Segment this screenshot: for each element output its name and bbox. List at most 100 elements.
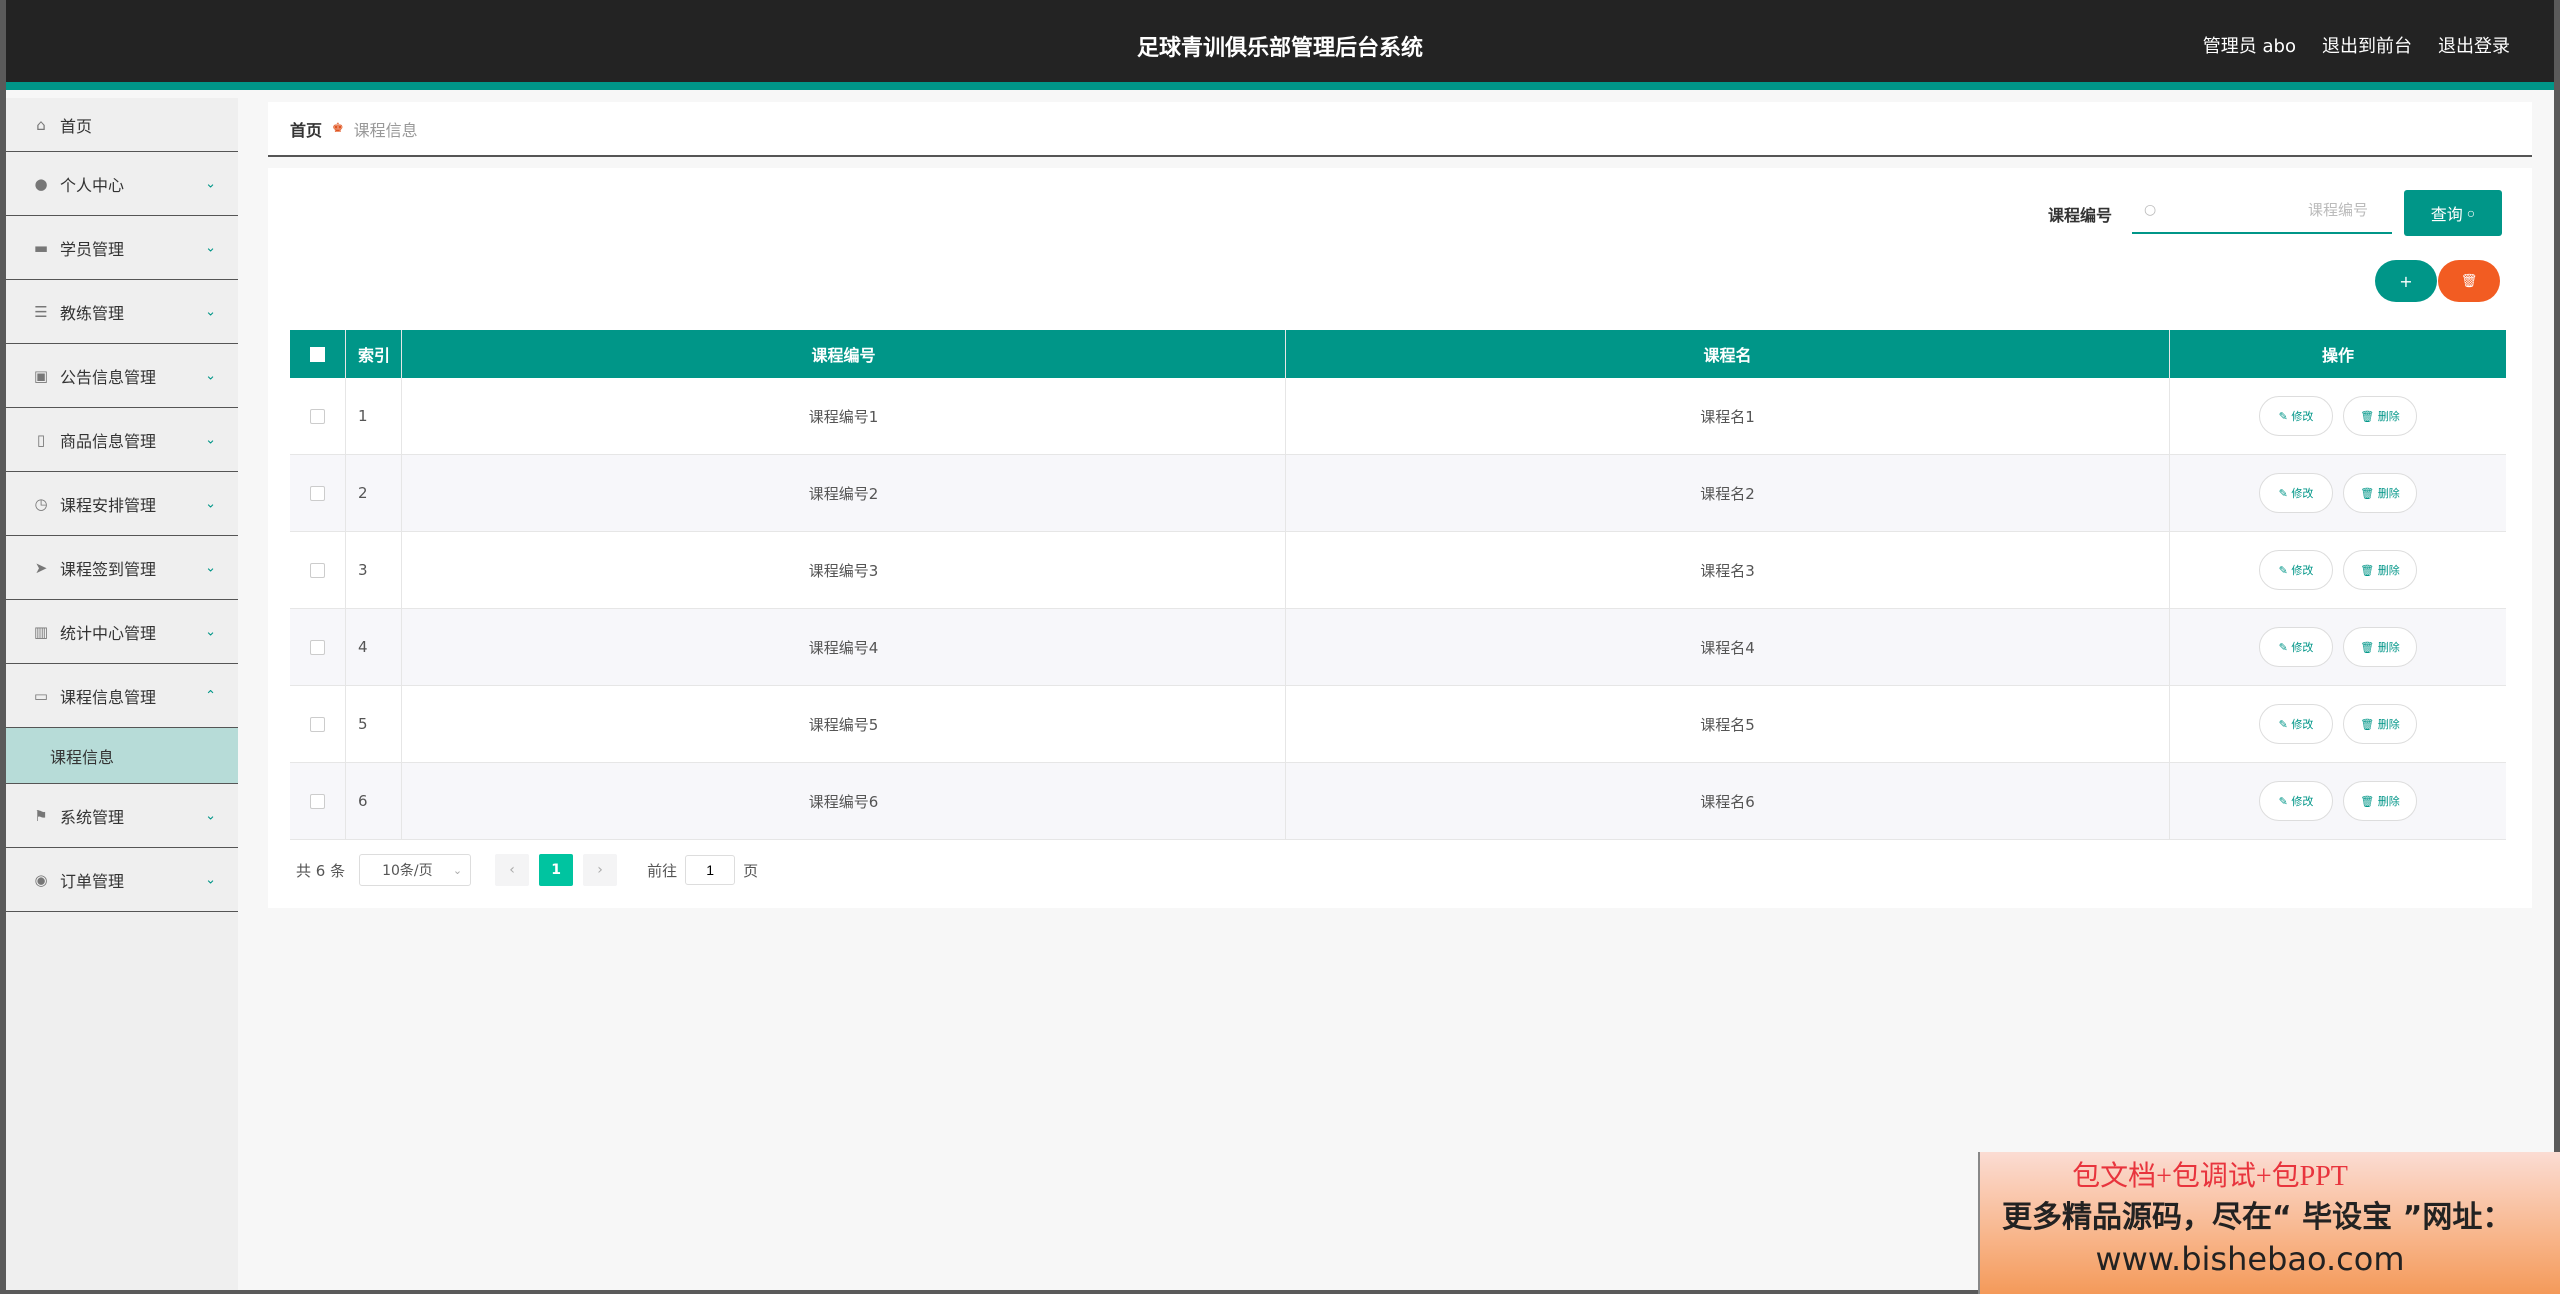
delete-label: 删除 bbox=[2377, 641, 2400, 654]
row-checkbox[interactable] bbox=[310, 793, 325, 809]
edit-button[interactable]: ✎ 修改 bbox=[2259, 704, 2333, 744]
edit-icon: ✎ bbox=[2278, 717, 2288, 731]
edit-label: 修改 bbox=[2291, 487, 2314, 500]
chevron-down-icon: ⌄ bbox=[205, 240, 216, 255]
delete-label: 删除 bbox=[2377, 718, 2400, 731]
row-actions: ✎ 修改 🗑 删除 bbox=[2170, 686, 2506, 762]
sidebar-item-label: 系统管理 bbox=[60, 807, 125, 827]
row-actions: ✎ 修改 🗑 删除 bbox=[2170, 378, 2506, 454]
delete-button[interactable]: 🗑 删除 bbox=[2343, 704, 2417, 744]
logout-link[interactable]: 退出登录 bbox=[2438, 32, 2510, 58]
delete-button[interactable]: 🗑 删除 bbox=[2343, 550, 2417, 590]
sidebar-item-checkin[interactable]: ➤ 课程签到管理 ⌄ bbox=[6, 536, 238, 600]
edit-button[interactable]: ✎ 修改 bbox=[2259, 473, 2333, 513]
table-row: 4 课程编号4 课程名4 ✎ 修改 🗑 删除 bbox=[290, 609, 2506, 686]
edit-button[interactable]: ✎ 修改 bbox=[2259, 396, 2333, 436]
row-name: 课程名4 bbox=[1286, 609, 2170, 685]
edit-button[interactable]: ✎ 修改 bbox=[2259, 627, 2333, 667]
row-name: 课程名5 bbox=[1286, 686, 2170, 762]
row-index: 1 bbox=[346, 378, 402, 454]
edit-button[interactable]: ✎ 修改 bbox=[2259, 781, 2333, 821]
table-row: 1 课程编号1 课程名1 ✎ 修改 🗑 删除 bbox=[290, 378, 2506, 455]
trash-icon: 🗑 bbox=[2360, 640, 2375, 654]
delete-label: 删除 bbox=[2377, 564, 2400, 577]
chevron-down-icon: ⌄ bbox=[205, 560, 216, 575]
row-code: 课程编号3 bbox=[402, 532, 1286, 608]
sidebar-item-coaches[interactable]: ☰ 教练管理 ⌄ bbox=[6, 280, 238, 344]
sidebar-item-profile[interactable]: ● 个人中心 ⌄ bbox=[6, 152, 238, 216]
goto-page-input[interactable] bbox=[685, 855, 736, 885]
promo-line-2: 更多精品源码，尽在“ 毕设宝 ”网址： bbox=[2002, 1200, 2513, 1235]
sidebar: ⌂ 首页 ● 个人中心 ⌄ ▬ 学员管理 ⌄ ☰ 教练管理 ⌄ ▣ 公告信息管理… bbox=[6, 98, 238, 1290]
sidebar-item-label: 课程签到管理 bbox=[60, 559, 157, 579]
chevron-right-icon: › bbox=[597, 862, 603, 878]
admin-label: 管理员 abo bbox=[2202, 36, 2296, 57]
edit-icon: ✎ bbox=[2278, 640, 2288, 654]
table-row: 3 课程编号3 课程名3 ✎ 修改 🗑 删除 bbox=[290, 532, 2506, 609]
sidebar-item-schedule[interactable]: ◷ 课程安排管理 ⌄ bbox=[6, 472, 238, 536]
sidebar-item-label: 统计中心管理 bbox=[60, 623, 157, 643]
back-to-front-link[interactable]: 退出到前台 bbox=[2322, 32, 2412, 58]
chevron-down-icon: ⌄ bbox=[205, 304, 216, 319]
select-all-checkbox[interactable] bbox=[310, 346, 325, 362]
search-icon: ○ bbox=[2466, 205, 2476, 221]
query-button[interactable]: 查询 ○ bbox=[2404, 190, 2502, 236]
row-checkbox[interactable] bbox=[310, 562, 325, 578]
edit-label: 修改 bbox=[2291, 641, 2314, 654]
row-index: 4 bbox=[346, 609, 402, 685]
sidebar-item-home[interactable]: ⌂ 首页 bbox=[6, 98, 238, 152]
clock-icon: ◷ bbox=[34, 494, 48, 513]
search-input[interactable] bbox=[2156, 201, 2392, 219]
promo-line-1: 包文档+包调试+包PPT bbox=[2072, 1161, 2348, 1192]
edit-button[interactable]: ✎ 修改 bbox=[2259, 550, 2333, 590]
sidebar-item-courses[interactable]: ▭ 课程信息管理 ⌃ bbox=[6, 664, 238, 728]
search-label: 课程编号 bbox=[2048, 206, 2113, 225]
row-actions: ✎ 修改 🗑 删除 bbox=[2170, 763, 2506, 839]
app-window: 足球青训俱乐部管理后台系统 管理员 abo 退出到前台 退出登录 ⌂ 首页 ● … bbox=[6, 0, 2554, 1290]
delete-button[interactable]: 🗑 删除 bbox=[2343, 781, 2417, 821]
chevron-down-icon: ⌄ bbox=[452, 863, 463, 877]
delete-button[interactable]: 🗑 删除 bbox=[2343, 627, 2417, 667]
search-icon: ○ bbox=[2144, 202, 2157, 218]
batch-delete-button[interactable]: 🗑 bbox=[2438, 260, 2500, 302]
prev-page-button[interactable]: ‹ bbox=[495, 854, 530, 886]
sidebar-item-students[interactable]: ▬ 学员管理 ⌄ bbox=[6, 216, 238, 280]
table-row: 6 课程编号6 课程名6 ✎ 修改 🗑 删除 bbox=[290, 763, 2506, 840]
search-box: ○ bbox=[2132, 188, 2392, 234]
table-row: 2 课程编号2 课程名2 ✎ 修改 🗑 删除 bbox=[290, 455, 2506, 532]
query-button-label: 查询 bbox=[2430, 207, 2463, 224]
sidebar-item-orders[interactable]: ◉ 订单管理 ⌄ bbox=[6, 848, 238, 912]
delete-button[interactable]: 🗑 删除 bbox=[2343, 396, 2417, 436]
sidebar-item-products[interactable]: ▯ 商品信息管理 ⌄ bbox=[6, 408, 238, 472]
sidebar-item-announcements[interactable]: ▣ 公告信息管理 ⌄ bbox=[6, 344, 238, 408]
row-code: 课程编号6 bbox=[402, 763, 1286, 839]
breadcrumb-home[interactable]: 首页 bbox=[290, 117, 322, 141]
row-checkbox[interactable] bbox=[310, 639, 325, 655]
row-checkbox[interactable] bbox=[310, 408, 325, 424]
page-number-current[interactable]: 1 bbox=[539, 854, 574, 886]
sidebar-item-label: 学员管理 bbox=[60, 239, 125, 259]
chevron-down-icon: ⌄ bbox=[205, 176, 216, 191]
page-size-value: 10条/页 bbox=[382, 863, 433, 879]
edit-icon: ✎ bbox=[2278, 563, 2288, 577]
trash-icon: 🗑 bbox=[2360, 409, 2375, 423]
chevron-down-icon: ⌄ bbox=[205, 872, 216, 887]
sidebar-item-statistics[interactable]: ▥ 统计中心管理 ⌄ bbox=[6, 600, 238, 664]
next-page-button[interactable]: › bbox=[583, 854, 618, 886]
chevron-down-icon: ⌄ bbox=[205, 624, 216, 639]
row-checkbox[interactable] bbox=[310, 485, 325, 501]
trash-icon: 🗑 bbox=[2360, 794, 2375, 808]
row-index: 5 bbox=[346, 686, 402, 762]
chevron-down-icon: ⌄ bbox=[205, 496, 216, 511]
row-index: 6 bbox=[346, 763, 402, 839]
delete-button[interactable]: 🗑 删除 bbox=[2343, 473, 2417, 513]
user-icon: ● bbox=[34, 174, 48, 193]
sidebar-item-system[interactable]: ⚑ 系统管理 ⌄ bbox=[6, 784, 238, 848]
row-checkbox[interactable] bbox=[310, 716, 325, 732]
sidebar-subitem-course-info[interactable]: 课程信息 bbox=[6, 728, 238, 784]
add-button[interactable]: + bbox=[2375, 260, 2437, 302]
header-name: 课程名 bbox=[1286, 330, 2170, 378]
promo-url: www.bishebao.com bbox=[2095, 1240, 2405, 1278]
page-size-select[interactable]: 10条/页 ⌄ bbox=[359, 854, 472, 886]
header-code: 课程编号 bbox=[402, 330, 1286, 378]
